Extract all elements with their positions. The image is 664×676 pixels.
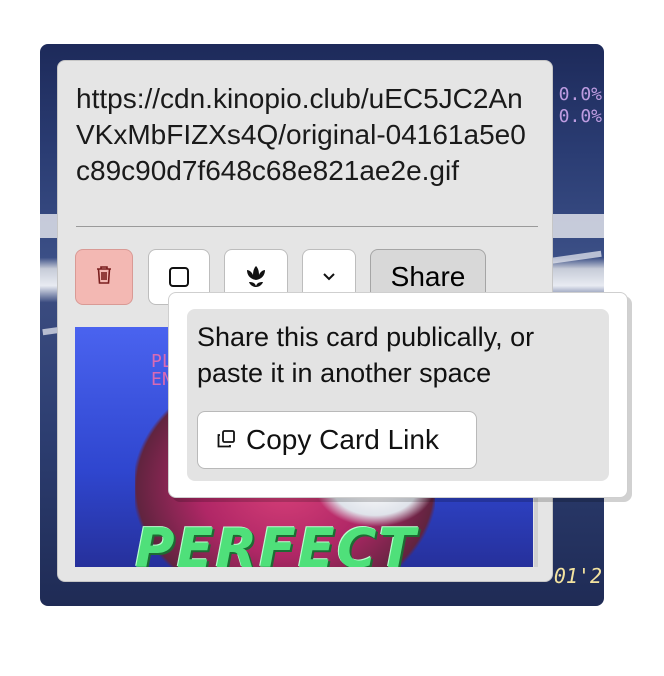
checkbox-icon: [169, 267, 189, 287]
delete-button[interactable]: [75, 249, 133, 305]
copy-icon: [216, 424, 236, 456]
share-popover: Share this card publically, or paste it …: [168, 292, 628, 498]
chevron-down-icon: [321, 268, 337, 286]
copy-card-link-label: Copy Card Link: [246, 424, 439, 455]
share-button-label: Share: [390, 261, 466, 292]
copy-card-link-button[interactable]: Copy Card Link: [197, 411, 477, 469]
share-description: Share this card publically, or paste it …: [197, 322, 535, 388]
card-name-text[interactable]: https://cdn.kinopio.club/uEC5JC2AnVKxMbF…: [76, 81, 536, 189]
trash-icon: [95, 265, 113, 290]
name-divider: [76, 226, 538, 227]
background-hud-text: 0.0% 0.0%: [558, 84, 602, 127]
flower-icon: [243, 262, 269, 293]
media-caption: PERFECT: [135, 517, 418, 567]
share-popover-panel: Share this card publically, or paste it …: [187, 309, 609, 481]
background-timer-text: 01'2: [553, 564, 602, 588]
